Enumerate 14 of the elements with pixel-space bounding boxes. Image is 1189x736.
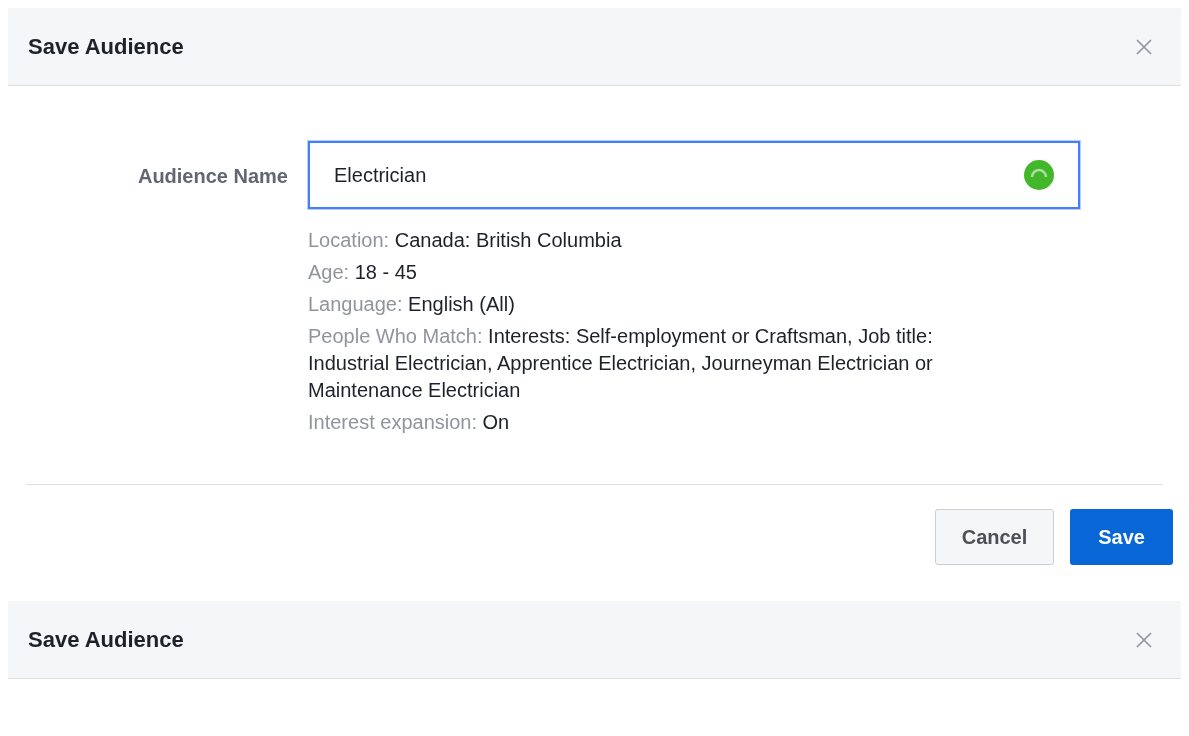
save-button[interactable]: Save — [1070, 509, 1173, 565]
close-icon[interactable] — [1135, 37, 1153, 56]
audience-detail: Interest expansion: On — [308, 410, 511, 435]
audience-detail: People Who Match: Interests: Self-employment or Craftsman, Job title: Industrial Electrician, Apprentice Electrician, Journeyman Electrician or Maintenance Electrician — [308, 324, 934, 403]
field-label: Audience Name — [136, 164, 289, 189]
dialog-title: Save Audience — [28, 33, 184, 61]
cancel-button[interactable]: Cancel — [934, 509, 1055, 565]
audience-detail: Language: English (All) — [308, 292, 516, 317]
audience-name-field[interactable]: Electrician — [308, 141, 1080, 209]
loading-spinner-icon — [1024, 160, 1054, 190]
dialog-title: Save Audience — [28, 626, 184, 654]
audience-detail: Age: 18 - 45 — [308, 260, 418, 285]
close-icon[interactable] — [1135, 630, 1153, 649]
audience-detail: Location: Canada: British Columbia — [308, 228, 623, 253]
